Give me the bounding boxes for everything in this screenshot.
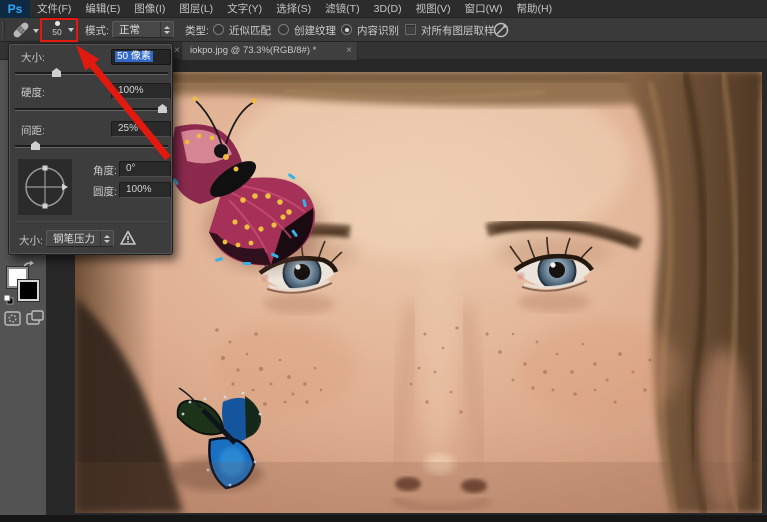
size-slider[interactable]	[15, 72, 168, 75]
spacing-label: 间距:	[21, 125, 45, 137]
window-bottom-edge	[0, 515, 767, 522]
roundness-label: 圆度:	[93, 186, 117, 198]
document-tab[interactable]: iokpo.jpg @ 73.3%(RGB/8#) *	[181, 42, 358, 60]
radio-create-texture[interactable]	[278, 24, 289, 35]
menu-help[interactable]: 帮助(H)	[510, 0, 560, 18]
document-tab-close-icon[interactable]: ×	[346, 42, 352, 60]
radio-proximity-match[interactable]	[213, 24, 224, 35]
hardness-value[interactable]: 100%	[111, 83, 171, 99]
angle-value[interactable]: 0°	[119, 161, 171, 177]
size-control-label: 大小:	[19, 235, 43, 247]
radio-create-texture-label[interactable]: 创建纹理	[294, 23, 336, 38]
background-color-swatch[interactable]	[17, 279, 40, 302]
brush-size-input[interactable]: 50 像素	[111, 49, 171, 65]
hardness-slider-thumb[interactable]	[158, 104, 167, 113]
brush-tip-dot-icon	[55, 21, 60, 26]
type-label: 类型:	[185, 25, 209, 37]
menu-select[interactable]: 选择(S)	[269, 0, 318, 18]
hidden-tab-close-icon[interactable]: ×	[174, 42, 180, 60]
menu-image[interactable]: 图像(I)	[127, 0, 172, 18]
document-tab-label: iokpo.jpg @ 73.3%(RGB/8#) *	[190, 45, 317, 56]
angle-dial[interactable]	[18, 159, 72, 215]
default-colors-icon[interactable]	[3, 294, 15, 306]
menu-view[interactable]: 视图(V)	[409, 0, 458, 18]
tablet-pressure-size-icon[interactable]	[492, 21, 510, 39]
menu-3d[interactable]: 3D(D)	[367, 0, 409, 18]
angle-label: 角度:	[93, 165, 117, 177]
spot-healing-brush-icon[interactable]	[10, 20, 32, 40]
stepper-icon	[100, 231, 113, 246]
screen-mode-icon[interactable]	[26, 310, 44, 326]
photoshop-logo[interactable]: Ps	[0, 0, 30, 18]
brush-settings-popup: 大小: 50 像素 硬度: 100% 间距: 25% 角度: 0° 圆度: 10…	[8, 43, 173, 255]
brush-picker-caret-icon	[68, 28, 74, 32]
photoshop-window: Ps 文件(F) 编辑(E) 图像(I) 图层(L) 文字(Y) 选择(S) 滤…	[0, 0, 767, 522]
size-slider-thumb[interactable]	[52, 68, 61, 77]
hardness-slider[interactable]	[15, 108, 168, 111]
menu-file[interactable]: 文件(F)	[30, 0, 78, 18]
options-separator	[484, 21, 485, 38]
menu-filter[interactable]: 滤镜(T)	[318, 0, 366, 18]
spacing-value[interactable]: 25%	[111, 121, 171, 137]
quick-mask-icon[interactable]	[4, 311, 21, 326]
size-label: 大小:	[21, 52, 45, 64]
menu-window[interactable]: 窗口(W)	[458, 0, 510, 18]
photo-woman-face[interactable]	[75, 72, 762, 513]
options-bar-grip[interactable]	[2, 22, 5, 38]
brush-size-value: 50 像素	[115, 51, 153, 62]
mode-label: 模式:	[85, 25, 109, 37]
tool-preset-caret-icon[interactable]	[33, 29, 39, 33]
hardness-label: 硬度:	[21, 87, 45, 99]
menu-bar: Ps 文件(F) 编辑(E) 图像(I) 图层(L) 文字(Y) 选择(S) 滤…	[0, 0, 767, 18]
roundness-value[interactable]: 100%	[119, 182, 171, 198]
options-separator	[398, 21, 399, 38]
sample-all-layers-checkbox[interactable]	[405, 24, 416, 35]
radio-content-aware[interactable]	[341, 24, 352, 35]
size-control-value: 钢笔压力	[53, 233, 95, 245]
panel-divider	[15, 221, 168, 222]
stepper-icon	[160, 22, 173, 37]
menu-edit[interactable]: 编辑(E)	[78, 0, 127, 18]
radio-proximity-match-label[interactable]: 近似匹配	[229, 23, 271, 38]
brush-size-number: 50	[52, 27, 62, 37]
size-control-dropdown[interactable]: 钢笔压力	[46, 230, 114, 247]
menu-layer[interactable]: 图层(L)	[172, 0, 220, 18]
menu-type[interactable]: 文字(Y)	[220, 0, 269, 18]
mode-value: 正常	[119, 24, 140, 36]
radio-content-aware-label[interactable]: 内容识别	[357, 23, 399, 38]
tool-options-bar: 50 模式: 正常 类型: 近似匹配 创建纹理 内容识别 对所有图层取样	[0, 18, 767, 42]
mode-dropdown[interactable]: 正常	[112, 21, 174, 38]
pen-pressure-warning-icon	[120, 230, 136, 245]
brush-preset-picker[interactable]: 50	[44, 19, 74, 41]
spacing-slider-thumb[interactable]	[31, 141, 40, 150]
